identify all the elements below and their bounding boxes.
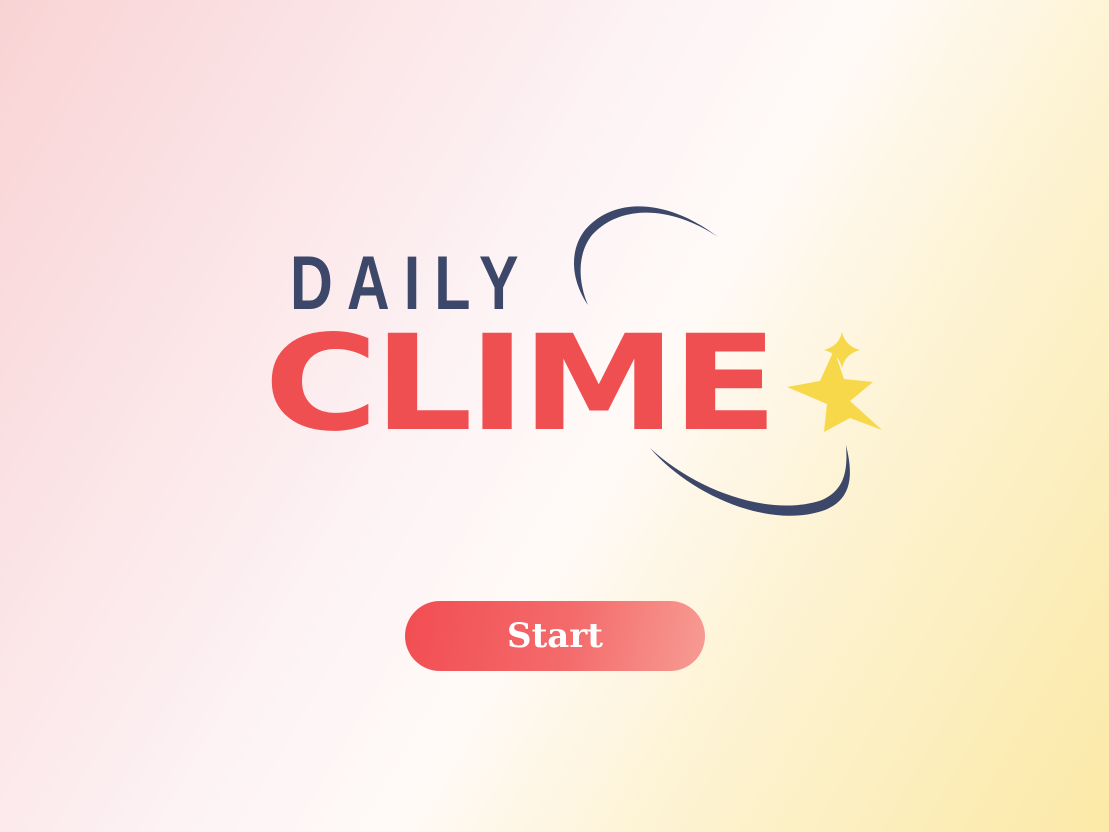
daily-clime-logo: DAILY CLIME	[250, 190, 900, 530]
star-icon	[787, 350, 882, 432]
start-button[interactable]: Start	[405, 601, 705, 671]
orbit-arc-upper	[573, 206, 718, 305]
logo-text-clime: CLIME	[264, 307, 778, 461]
start-screen: DAILY CLIME Start	[0, 0, 1109, 832]
